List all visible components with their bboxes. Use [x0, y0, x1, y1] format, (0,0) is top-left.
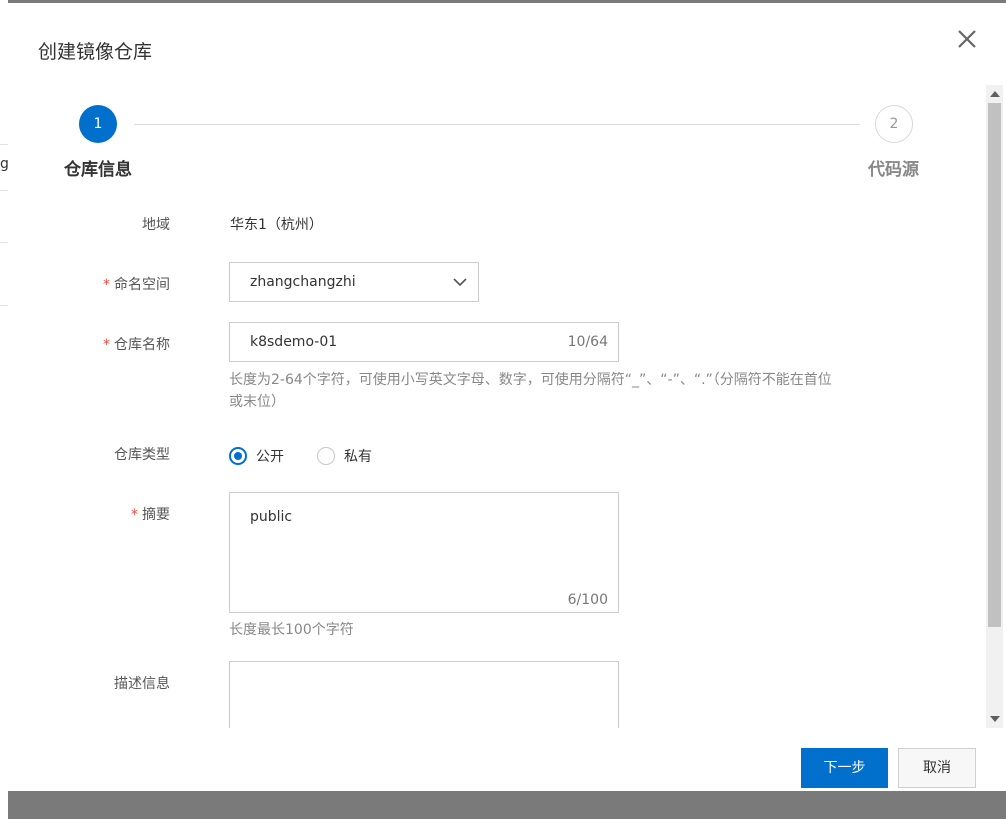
- required-mark: *: [131, 507, 138, 523]
- repo-type-label: 仓库类型: [114, 447, 170, 463]
- repo-name-hint-2: 或末位）: [229, 394, 285, 410]
- description-textarea[interactable]: [229, 661, 619, 728]
- summary-hint: 长度最长100个字符: [229, 622, 354, 638]
- step-1-circle: 1: [79, 105, 117, 143]
- form-scroll-area: 1 2 仓库信息 代码源 地域 华东1（杭州） * 命名空间 zhangchang…: [8, 3, 986, 728]
- summary-label: * 摘要: [18, 504, 170, 524]
- repo-name-hint-1: 长度为2-64个字符，可使用小写英文字母、数字，可使用分隔符“_”、“-”、“.…: [229, 372, 832, 388]
- summary-counter: 6/100: [567, 592, 608, 608]
- namespace-select-value: zhangchangzhi: [250, 274, 356, 290]
- radio-private-label: 私有: [344, 449, 372, 465]
- namespace-label: * 命名空间: [18, 274, 170, 294]
- create-repository-dialog: 创建镜像仓库 1 2 仓库信息 代码源 地域 华东1（杭州） * 命名空间 zha…: [8, 3, 1006, 791]
- step-2-label: 代码源: [868, 160, 919, 180]
- radio-public-circle: [229, 447, 247, 465]
- cancel-button[interactable]: 取消: [898, 748, 976, 788]
- repo-name-input[interactable]: k8sdemo-01 10/64: [229, 322, 619, 362]
- required-mark: *: [103, 337, 110, 353]
- repo-name-label-text: 仓库名称: [114, 337, 170, 353]
- step-connector: [134, 124, 860, 125]
- region-label: 地域: [142, 217, 170, 233]
- next-step-button[interactable]: 下一步: [801, 748, 888, 788]
- step-2-circle: 2: [875, 105, 913, 143]
- scrollbar-thumb[interactable]: [988, 103, 1001, 627]
- summary-value: public: [250, 509, 293, 525]
- summary-textarea[interactable]: public 6/100: [229, 492, 619, 613]
- required-mark: *: [103, 277, 110, 293]
- background-page: g: [0, 0, 9, 819]
- scroll-up-icon[interactable]: [990, 91, 1000, 97]
- radio-public-label: 公开: [256, 449, 284, 465]
- scroll-down-icon[interactable]: [990, 716, 1000, 722]
- form-scrollbar[interactable]: [986, 85, 1003, 728]
- description-label: 描述信息: [114, 676, 170, 692]
- step-1-label: 仓库信息: [64, 160, 132, 180]
- repo-name-label: * 仓库名称: [18, 334, 170, 354]
- repo-name-counter: 10/64: [567, 334, 608, 350]
- chevron-down-icon: [453, 278, 467, 287]
- repo-name-value: k8sdemo-01: [250, 334, 338, 350]
- summary-label-text: 摘要: [142, 507, 170, 523]
- region-value: 华东1（杭州）: [230, 217, 323, 233]
- radio-private-circle: [317, 447, 335, 465]
- namespace-label-text: 命名空间: [114, 277, 170, 293]
- namespace-select[interactable]: zhangchangzhi: [229, 262, 479, 302]
